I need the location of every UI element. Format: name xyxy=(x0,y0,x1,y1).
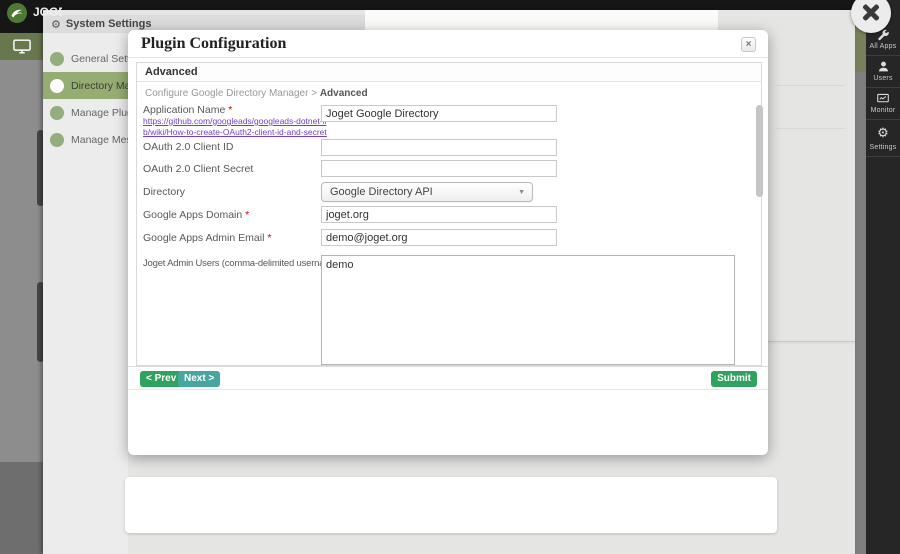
toolbar-item-monitor[interactable]: Monitor xyxy=(866,88,900,120)
joget-logo-icon xyxy=(7,3,27,23)
toolbar-item-users[interactable]: Users xyxy=(866,56,900,88)
bullet-circle-icon xyxy=(50,105,64,120)
left-sidebar-background-lower xyxy=(0,462,43,554)
background-panel xyxy=(125,477,777,533)
bullet-circle-icon xyxy=(50,132,64,147)
menu-item-label: Manage Messaging xyxy=(71,133,128,146)
required-asterisk: * xyxy=(267,232,272,244)
required-asterisk: * xyxy=(228,104,233,116)
toolbar-item-label: All Apps xyxy=(869,43,897,50)
monitor-icon xyxy=(12,39,31,54)
prev-button[interactable]: < Prev xyxy=(140,371,183,387)
menu-item-label: Directory Manager xyxy=(71,79,128,92)
client-secret-label: OAuth 2.0 Client Secret xyxy=(143,163,254,175)
toolbar-item-settings[interactable]: ⚙ Settings xyxy=(866,120,900,157)
system-settings-menu: General Settings Directory Manager Manag… xyxy=(43,33,128,554)
advanced-section: Advanced Configure Google Directory Mana… xyxy=(136,62,762,366)
section-title: Advanced xyxy=(137,63,761,82)
breadcrumb: Configure Google Directory Manager > Adv… xyxy=(137,82,761,99)
dialog-titlebar: Plugin Configuration × xyxy=(128,30,768,58)
toolbar-item-label: Monitor xyxy=(870,107,896,114)
dialog-title: Plugin Configuration xyxy=(141,35,287,52)
menu-item-label: Manage Plugins xyxy=(71,106,128,119)
next-button[interactable]: Next > xyxy=(178,371,221,387)
toolbar-item-label: Settings xyxy=(869,144,897,151)
admin-email-label: Google Apps Admin Email * xyxy=(143,232,272,244)
menu-item-label: General Settings xyxy=(71,52,128,65)
submit-button[interactable]: Submit xyxy=(711,371,757,387)
dialog-body: Advanced Configure Google Directory Mana… xyxy=(128,59,768,455)
menu-item-manage-plugins[interactable]: Manage Plugins xyxy=(43,99,128,126)
admin-email-input[interactable] xyxy=(321,229,557,246)
dialog-bottom-edge xyxy=(768,341,855,342)
form-scrollbar-thumb[interactable] xyxy=(756,105,763,197)
user-icon xyxy=(878,61,888,72)
monitor-chart-icon xyxy=(877,93,889,103)
list-row-divider xyxy=(775,85,845,86)
right-gray-strip xyxy=(855,72,866,554)
gears-icon: ⚙ xyxy=(877,125,889,140)
menu-item-manage-messaging[interactable]: Manage Messaging xyxy=(43,126,128,153)
directory-label: Directory xyxy=(143,186,186,198)
gears-icon: ⚙ xyxy=(51,18,61,31)
system-settings-title: System Settings xyxy=(65,18,152,30)
help-link[interactable]: https://github.com/googleads/googleads-d… xyxy=(143,116,327,137)
left-sidebar-background xyxy=(0,60,43,462)
chevron-down-icon: ▼ xyxy=(518,189,525,196)
breadcrumb-prefix: Configure Google Directory Manager > xyxy=(145,88,320,99)
directory-select[interactable]: Google Directory API ▼ xyxy=(321,182,533,202)
menu-item-general-settings[interactable]: General Settings xyxy=(43,45,128,72)
app-name-input[interactable] xyxy=(321,105,557,122)
dialog-footer: < Prev Next > Submit xyxy=(128,366,768,390)
plugin-configuration-dialog: Plugin Configuration × Advanced Configur… xyxy=(128,30,768,455)
client-secret-input[interactable] xyxy=(321,160,557,177)
admin-users-label: Joget Admin Users (comma-delimited usern… xyxy=(143,258,345,269)
page-topbar-strip xyxy=(130,0,866,10)
admin-users-textarea[interactable]: demo xyxy=(321,255,735,365)
app-name-label: Application Name * xyxy=(143,104,233,116)
left-green-header xyxy=(0,33,43,60)
domain-label: Google Apps Domain * xyxy=(143,209,250,221)
bullet-circle-icon xyxy=(50,78,64,93)
breadcrumb-current: Advanced xyxy=(319,88,368,99)
toolbar-item-label: Users xyxy=(873,75,893,82)
bullet-circle-icon xyxy=(50,51,64,66)
client-id-input[interactable] xyxy=(321,139,557,156)
domain-input[interactable] xyxy=(321,206,557,223)
brand-text: JOGET xyxy=(33,5,62,19)
menu-item-directory-manager[interactable]: Directory Manager xyxy=(43,72,128,99)
required-asterisk: * xyxy=(245,209,250,221)
list-row-divider xyxy=(775,128,845,129)
directory-select-value: Google Directory API xyxy=(330,186,433,198)
client-id-label: OAuth 2.0 Client ID xyxy=(143,141,234,153)
screen: JOGET All Apps Users xyxy=(0,0,900,554)
admin-toolbar: All Apps Users Monitor ⚙ Settings xyxy=(866,0,900,554)
dialog-close-button[interactable]: × xyxy=(741,37,756,52)
